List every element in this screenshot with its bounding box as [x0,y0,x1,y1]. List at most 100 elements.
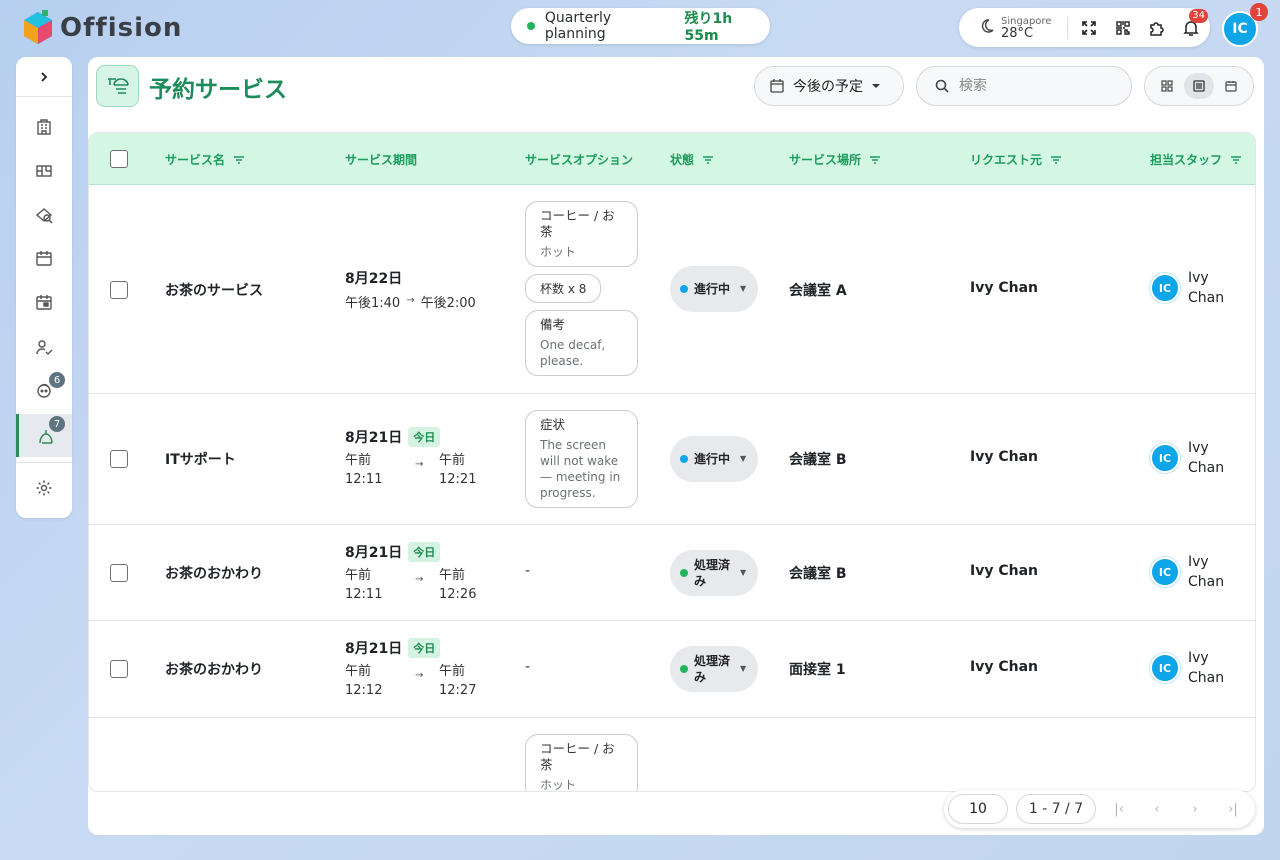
sidebar-item-floorplan[interactable] [16,151,72,191]
search-input[interactable] [959,78,1109,94]
row-checkbox[interactable] [110,564,128,582]
caret-down-icon [872,84,880,88]
building-icon [37,119,51,135]
column-label: リクエスト元 [970,153,1043,167]
sidebar-divider [16,96,72,97]
chevron-right-icon [41,72,48,82]
row-checkbox[interactable] [110,450,128,468]
table-row[interactable]: お茶のサービス 8月22日 午後1:40 → 午後2:00 コーヒー / お茶 … [89,185,1255,394]
today-badge: 今日 [408,542,441,562]
service-name: お茶のおかわり [165,662,263,678]
app-logo[interactable]: Offision [22,10,182,46]
puzzle-icon [1150,21,1164,36]
list-view-button[interactable] [1184,73,1214,99]
column-header-location[interactable]: サービス場所 [789,151,881,168]
start-time: 午後1:40 [345,296,401,311]
notification-count-badge: 34 [1189,8,1208,23]
notifications-button[interactable]: 34 [1174,8,1208,43]
first-page-button[interactable]: |‹ [1104,794,1134,824]
column-header-options: サービスオプション [525,151,633,168]
grid-icon [1161,80,1173,92]
grid-view-button[interactable] [1152,73,1182,99]
chevron-right-icon: › [1192,801,1198,817]
sidebar-item-settings[interactable] [16,468,72,508]
last-page-button[interactable]: ›| [1218,794,1248,824]
service-location: 会議室 A [789,283,847,299]
service-name: お茶のおかわり [165,566,263,582]
column-header-staff[interactable]: 担当スタッフ [1150,151,1242,168]
column-header-period: サービス期間 [345,151,417,168]
table-row[interactable]: コーヒー / お茶 ホット [89,718,1255,792]
column-header-requester[interactable]: リクエスト元 [970,151,1062,168]
status-dot [680,665,688,673]
staff-avatar: IC [1150,653,1180,683]
sidebar-divider [16,462,72,463]
status-dropdown[interactable]: 処理済み ▼ [670,646,758,692]
sidebar-item-reservations[interactable] [16,282,72,322]
select-all-checkbox[interactable] [110,150,128,168]
no-options: - [525,563,531,579]
status-dropdown[interactable]: 進行中 ▼ [670,266,758,312]
staff-name: Ivy Chan [1188,650,1225,686]
status-dot [680,569,688,577]
first-page-icon: |‹ [1114,801,1124,817]
caret-down-icon: ▼ [740,664,747,673]
option-value: ホット [540,245,577,259]
requester-name: Ivy Chan [970,449,1038,465]
service-date: 8月21日 [345,641,403,657]
row-checkbox[interactable] [110,281,128,299]
calendar-icon [36,251,52,266]
status-dropdown[interactable]: 処理済み ▼ [670,550,758,596]
option-value: One decaf, please. [540,338,606,368]
assigned-staff[interactable]: IC Ivy Chan [1150,552,1238,592]
search-box[interactable] [916,66,1132,106]
schedule-filter-select[interactable]: 今後の予定 [754,66,904,106]
column-label: サービスオプション [525,153,634,167]
qr-scan-button[interactable] [1106,13,1140,43]
meeting-timer[interactable]: Quarterly planning 残り1h 55m [511,8,770,44]
staff-name: Ivy Chan [1188,270,1225,306]
sidebar-item-buildings[interactable] [16,107,72,147]
caret-down-icon: ▼ [740,568,747,577]
sidebar-item-visitors[interactable] [16,327,72,367]
filter-icon [234,155,245,164]
qr-code-icon [1116,20,1130,35]
page-size-select[interactable]: 10 [948,794,1008,824]
app-name: Offision [60,13,183,43]
filter-icon [1231,155,1242,164]
status-dropdown[interactable]: 進行中 ▼ [670,436,758,482]
row-checkbox[interactable] [110,660,128,678]
table-row[interactable]: お茶のおかわり 8月21日 今日 午前 12:12 → 午前 12:27 - 処… [89,621,1255,718]
service-page-icon [96,65,139,107]
sidebar-expand-button[interactable] [16,57,72,97]
filter-icon [703,155,714,164]
option-title: 症状 [540,417,566,432]
prev-page-button[interactable]: ‹ [1142,794,1172,824]
sidebar-item-space-search[interactable] [16,195,72,235]
no-options: - [525,659,531,675]
column-header-name[interactable]: サービス名 [165,151,245,168]
caret-down-icon: ▼ [740,284,747,293]
integrations-button[interactable] [1140,13,1174,43]
end-time: 午後2:00 [420,296,476,311]
option-title: コーヒー / お茶 [540,208,615,239]
column-header-status[interactable]: 状態 [670,151,714,168]
option-value: The screen will not wake — meeting in pr… [540,438,621,500]
column-label: サービス名 [165,153,226,167]
start-time: 午前 12:11 [345,568,383,602]
assigned-staff[interactable]: IC Ivy Chan [1150,438,1238,478]
option-value: ホット [540,778,577,792]
calendar-view-button[interactable] [1216,73,1246,99]
service-options: コーヒー / お茶 ホット [525,734,638,792]
calendar-event-icon [36,295,52,310]
option-title: コーヒー / お茶 [540,741,615,772]
sidebar-badge-support: 6 [49,372,65,388]
table-row[interactable]: お茶のおかわり 8月21日 今日 午前 12:11 → 午前 12:26 - 処… [89,525,1255,621]
fullscreen-button[interactable] [1072,13,1106,43]
sidebar-item-calendar[interactable] [16,238,72,278]
requester-name: Ivy Chan [970,280,1038,296]
assigned-staff[interactable]: IC Ivy Chan [1150,268,1238,308]
assigned-staff[interactable]: IC Ivy Chan [1150,648,1238,688]
table-row[interactable]: ITサポート 8月21日 今日 午前 12:11 → 午前 12:21 症状 T… [89,394,1255,525]
next-page-button[interactable]: › [1180,794,1210,824]
